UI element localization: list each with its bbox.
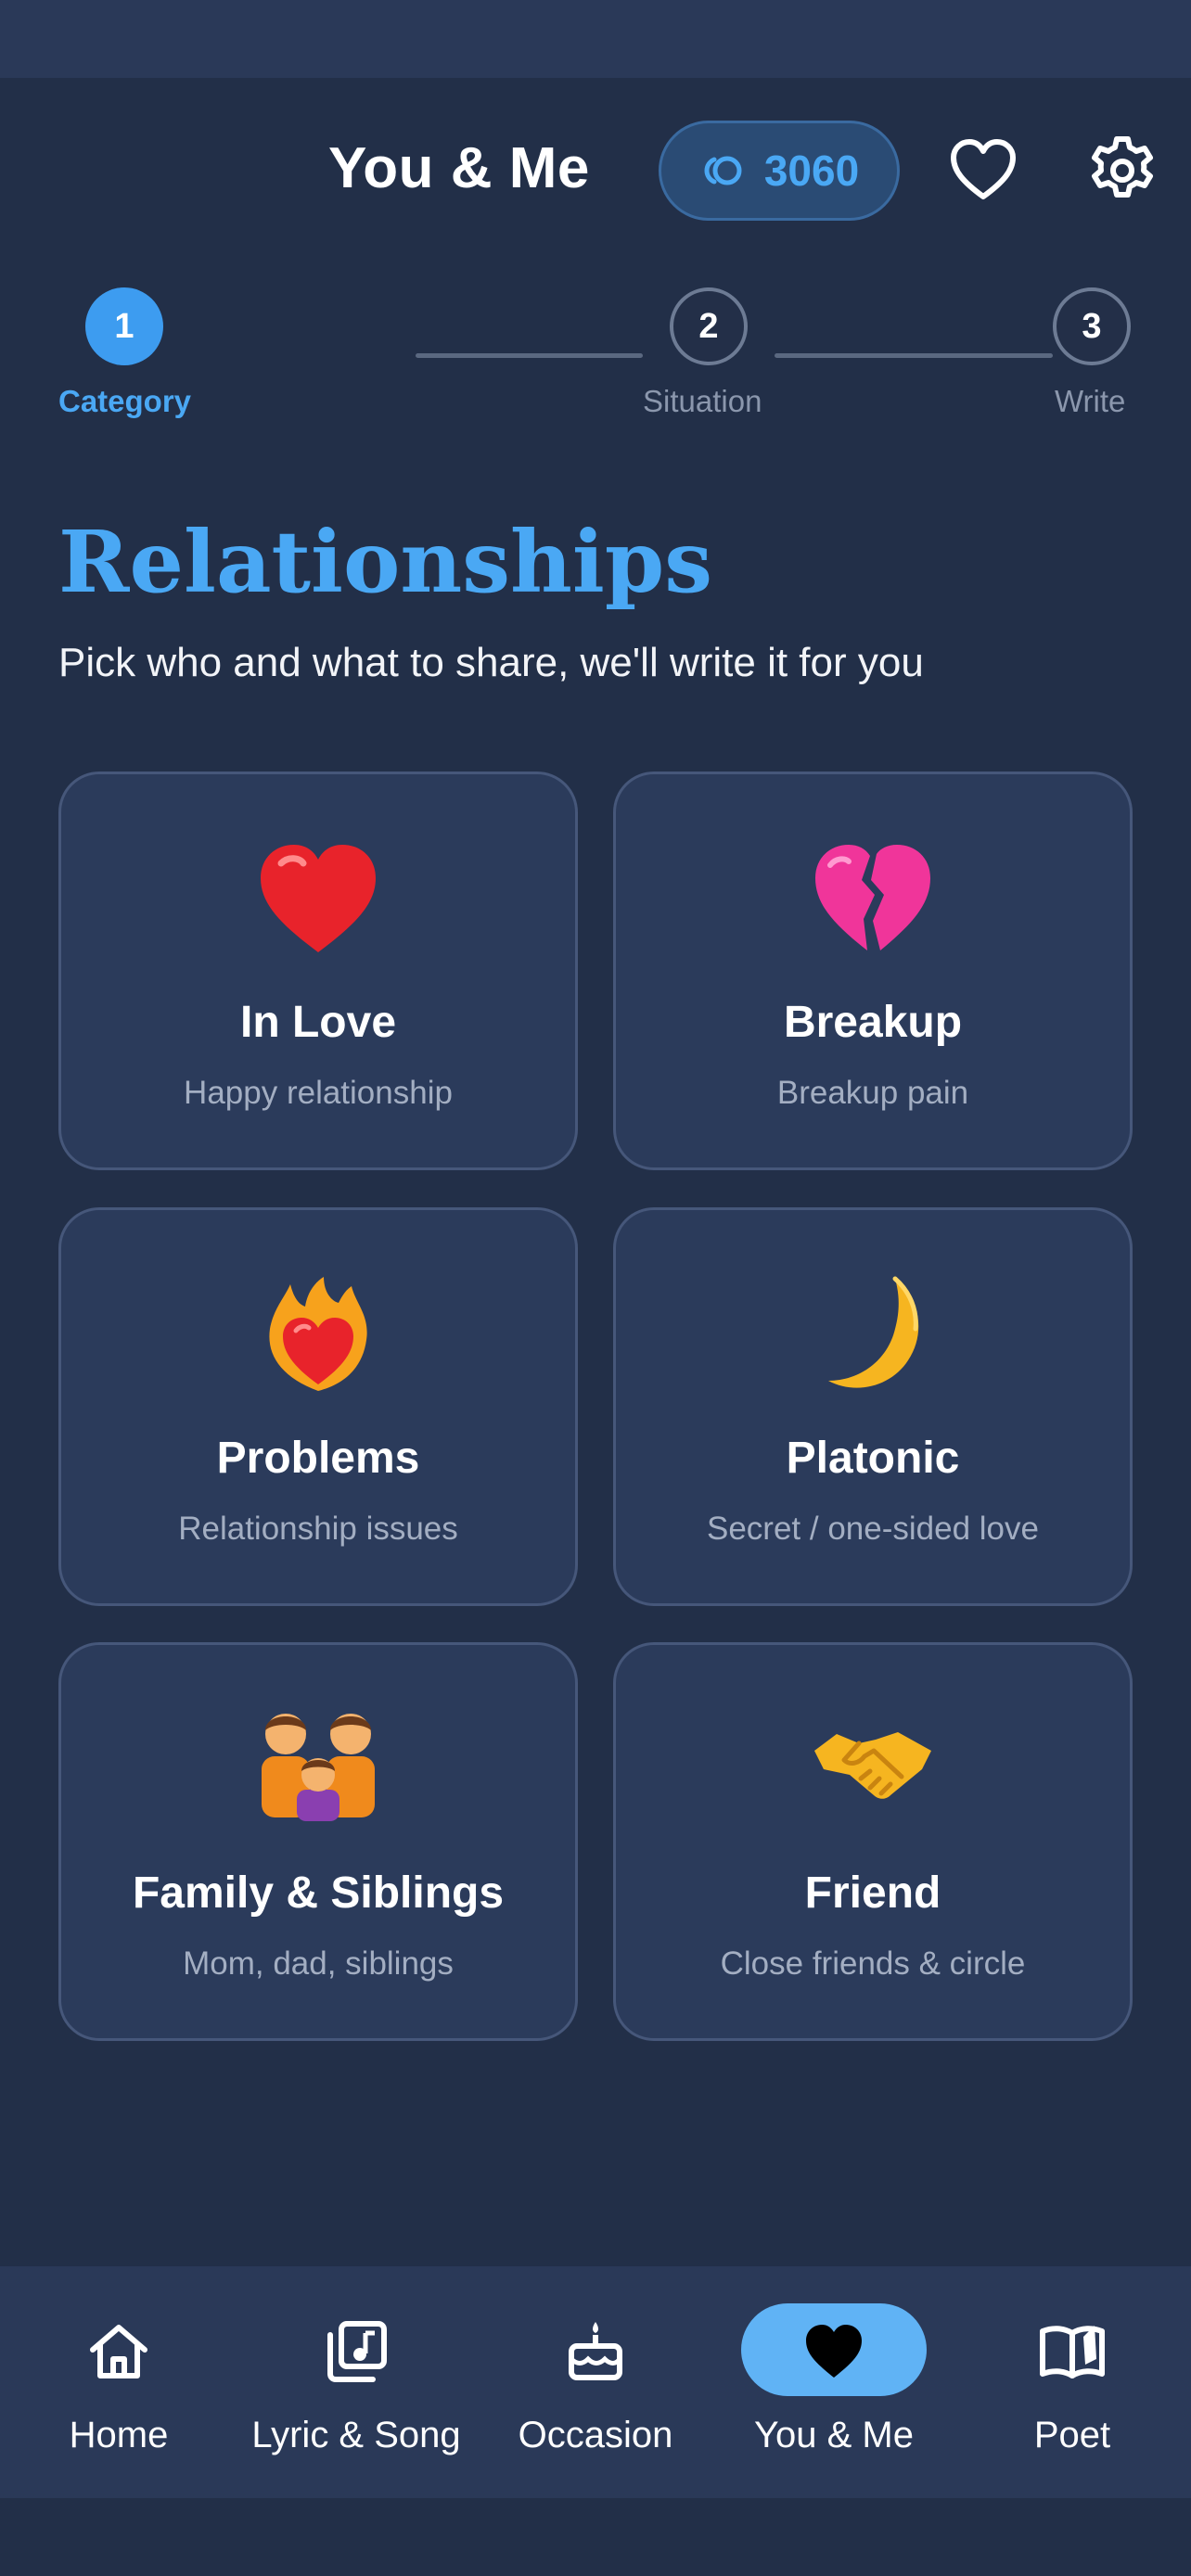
page-title: You & Me [328, 136, 590, 200]
heart-on-fire-icon [269, 1277, 367, 1391]
category-card-platonic[interactable]: Platonic Secret / one-sided love [613, 1207, 1133, 1606]
nav-item-poet[interactable]: Poet [954, 2266, 1191, 2498]
card-title: Friend [804, 1868, 941, 1918]
home-icon [90, 2325, 147, 2378]
step-1-label: Category [58, 384, 192, 418]
step-connector [416, 353, 643, 358]
red-heart-icon [261, 845, 376, 952]
step-2-circle[interactable]: 2 [670, 287, 748, 365]
nav-item-occasion[interactable]: Occasion [477, 2266, 714, 2498]
step-3-label: Write [1055, 384, 1126, 418]
coin-balance-button[interactable]: 3060 [659, 121, 900, 221]
coin-count: 3060 [763, 147, 860, 195]
category-card-breakup[interactable]: Breakup Breakup pain [613, 772, 1133, 1170]
card-subtitle: Breakup pain [776, 1075, 969, 1111]
category-subtitle: Pick who and what to share, we'll write … [58, 640, 924, 685]
step-2-label: Situation [643, 384, 762, 418]
nav-label: You & Me [754, 2415, 914, 2455]
category-card-friend[interactable]: Friend Close friends & circle [613, 1642, 1133, 2041]
card-title: Breakup [783, 998, 963, 1047]
nav-label: Poet [1033, 2415, 1111, 2455]
favorites-heart-icon[interactable] [946, 134, 1020, 208]
coins-icon [704, 156, 742, 185]
settings-gear-icon[interactable] [1085, 134, 1159, 208]
nav-item-home[interactable]: Home [0, 2266, 237, 2498]
nav-label: Home [69, 2415, 169, 2455]
card-subtitle: Mom, dad, siblings [183, 1945, 454, 1982]
card-subtitle: Happy relationship [184, 1075, 453, 1111]
crescent-moon-icon [828, 1276, 919, 1388]
card-title: Family & Siblings [132, 1868, 505, 1918]
status-bar [0, 0, 1191, 78]
system-nav-area [0, 2498, 1191, 2576]
step-connector [775, 353, 1053, 358]
cake-icon [569, 2322, 622, 2380]
app-header: You & Me 3060 [0, 78, 1191, 263]
music-library-icon [327, 2321, 387, 2382]
open-book-icon [1040, 2326, 1105, 2378]
nav-item-lyric-song[interactable]: Lyric & Song [237, 2266, 475, 2498]
handshake-icon [814, 1732, 931, 1799]
nav-label: Occasion [518, 2415, 673, 2455]
card-subtitle: Close friends & circle [720, 1945, 1026, 1982]
category-card-in-love[interactable]: In Love Happy relationship [58, 772, 578, 1170]
category-card-problems[interactable]: Problems Relationship issues [58, 1207, 578, 1606]
category-title: Relationships [58, 512, 713, 612]
nav-item-you-me[interactable]: You & Me [715, 2266, 953, 2498]
heart-icon [806, 2325, 862, 2378]
card-title: Platonic [786, 1434, 960, 1483]
progress-stepper: 1 Category 2 Situation 3 Write [0, 287, 1191, 436]
step-3-circle[interactable]: 3 [1053, 287, 1131, 365]
step-1-circle[interactable]: 1 [85, 287, 163, 365]
category-card-family-siblings[interactable]: Family & Siblings Mom, dad, siblings [58, 1642, 578, 2041]
card-title: Problems [216, 1434, 420, 1483]
bottom-navigation: Home Lyric & Song Occasion You & Me Poet [0, 2266, 1191, 2498]
nav-label: Lyric & Song [251, 2415, 461, 2455]
broken-heart-icon [815, 845, 930, 950]
family-icon [262, 1714, 375, 1821]
card-subtitle: Secret / one-sided love [707, 1511, 1039, 1547]
card-subtitle: Relationship issues [178, 1511, 458, 1547]
card-title: In Love [239, 998, 397, 1047]
